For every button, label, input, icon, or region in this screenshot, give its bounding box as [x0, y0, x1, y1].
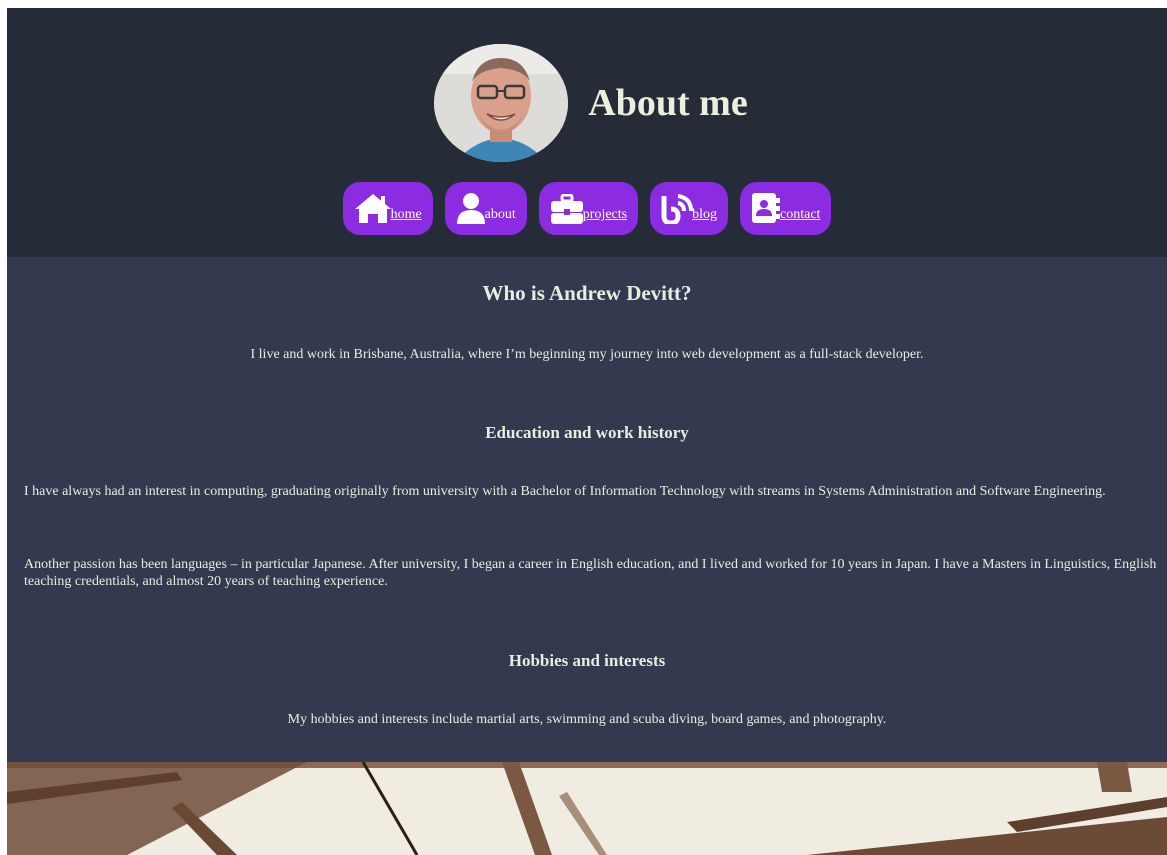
nav-contact-button[interactable]: contact: [740, 182, 832, 235]
nav-home-label[interactable]: home: [391, 207, 422, 223]
main-nav: home about projects blog contact: [342, 182, 832, 235]
intro-paragraph: I live and work in Brisbane, Australia, …: [250, 347, 924, 362]
nav-projects-button[interactable]: projects: [538, 182, 639, 235]
nav-about-label[interactable]: about: [485, 207, 516, 223]
page: About me home about projects blog contac…: [7, 8, 1167, 855]
background-photo: [7, 762, 1167, 855]
avatar: [434, 44, 569, 162]
nav-home-button[interactable]: home: [342, 182, 433, 235]
section-heading-hobbies: Hobbies and interests: [508, 651, 666, 670]
hobbies-paragraph: My hobbies and interests include martial…: [287, 712, 887, 727]
site-header: About me home about projects blog contac…: [7, 8, 1167, 257]
user-icon: [456, 193, 485, 224]
education-paragraph-2: Another passion has been languages – in …: [24, 557, 1157, 589]
nav-blog-button[interactable]: blog: [650, 182, 728, 235]
briefcase-icon: [550, 194, 583, 224]
address-book-icon: [752, 193, 780, 223]
title-row: About me: [434, 44, 748, 162]
home-icon: [354, 194, 391, 223]
nav-contact-label[interactable]: contact: [780, 207, 820, 223]
section-heading-who: Who is Andrew Devitt?: [482, 281, 692, 305]
nav-projects-label[interactable]: projects: [583, 207, 627, 223]
page-title: About me: [588, 82, 748, 124]
nav-about-button[interactable]: about: [444, 182, 527, 235]
rss-icon: [661, 194, 694, 224]
about-content: Who is Andrew Devitt? I live and work in…: [7, 257, 1167, 762]
section-heading-education: Education and work history: [485, 423, 689, 442]
nav-blog-label[interactable]: blog: [692, 207, 717, 223]
education-paragraph-1: I have always had an interest in computi…: [24, 484, 1106, 499]
